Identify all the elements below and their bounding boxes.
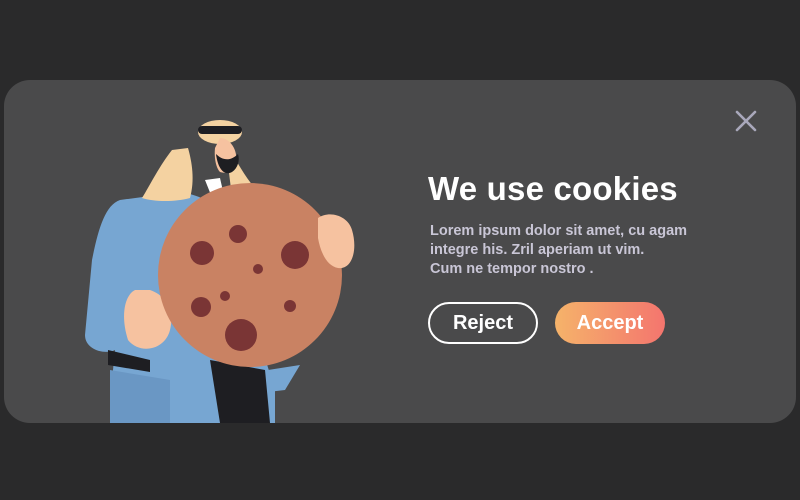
banner-title: We use cookies (428, 170, 678, 207)
close-icon (735, 110, 757, 132)
man-holding-cookie-illustration (80, 110, 370, 423)
close-button[interactable] (728, 103, 764, 139)
reject-button[interactable]: Reject (428, 302, 538, 344)
banner-description: Lorem ipsum dolor sit amet, cu agam inte… (430, 222, 730, 279)
page-backdrop: We use cookies Lorem ipsum dolor sit ame… (0, 0, 800, 500)
banner-description-line: integre his. Zril aperiam ut vim. (430, 242, 645, 258)
accept-button[interactable]: Accept (555, 302, 665, 344)
banner-description-line: Lorem ipsum dolor sit amet, cu agam (430, 223, 688, 239)
banner-description-line: Cum ne tempor nostro . (430, 261, 594, 277)
